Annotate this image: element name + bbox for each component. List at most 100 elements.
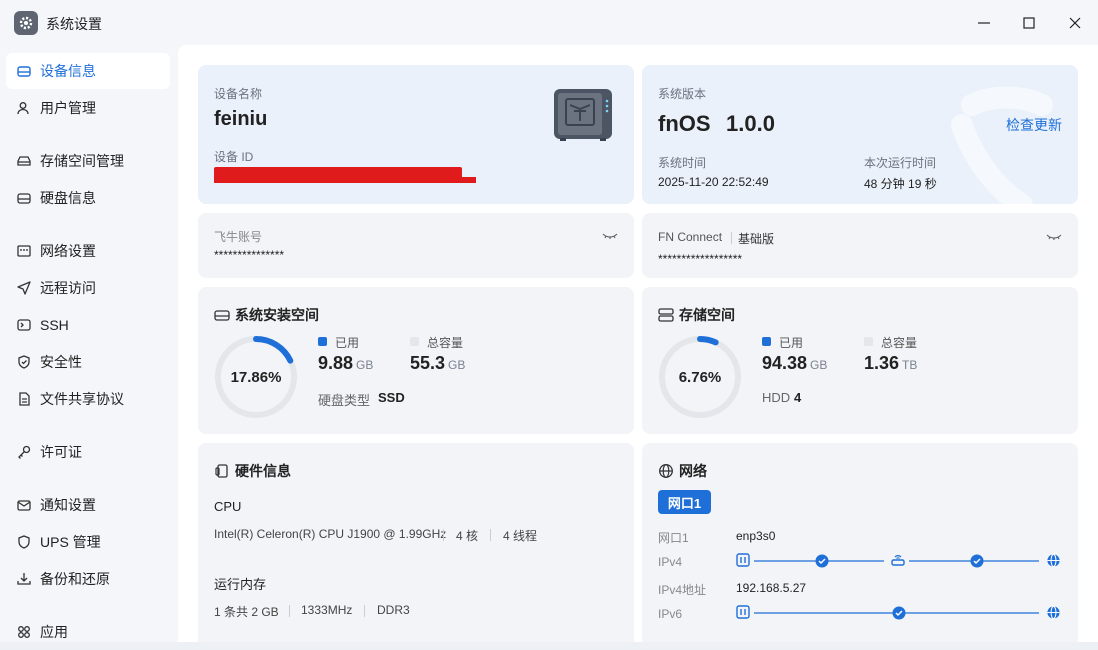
storage-card: 存储空间 6.76% 已用 94.38 GB 总容量 1.36 TB HDD 4: [642, 287, 1078, 434]
system-space-percent: 17.86%: [230, 368, 282, 386]
sidebar-item-label: SSH: [40, 317, 69, 333]
memory-count: 1 条共 2 GB: [214, 605, 279, 619]
mail-icon: [15, 496, 33, 514]
cpu-label: CPU: [214, 499, 242, 514]
toggle-visibility-button[interactable]: [602, 229, 618, 247]
brand-watermark-icon: [951, 86, 1053, 204]
sidebar-item-label: 安全性: [40, 354, 82, 370]
total-unit: GB: [448, 358, 466, 372]
check-icon: [892, 606, 906, 625]
used-unit: GB: [356, 358, 374, 372]
sidebar-item-device-info[interactable]: 设备信息: [6, 53, 170, 89]
network-icon: [15, 242, 33, 260]
eye-closed-icon: [1046, 234, 1062, 240]
sidebar-item-remote-access[interactable]: 远程访问: [6, 270, 170, 306]
send-icon: [15, 279, 33, 297]
uptime-label: 本次运行时间: [864, 156, 937, 170]
sidebar-item-ssh[interactable]: SSH: [6, 307, 170, 343]
divider: [490, 529, 491, 541]
total-value: 1.36: [864, 353, 900, 373]
internet-globe-icon: [1046, 605, 1061, 625]
title-bar: 系统设置: [0, 0, 1098, 45]
sidebar-item-ups[interactable]: UPS 管理: [6, 524, 170, 560]
fn-connect-card: FN Connect 基础版 ******************: [642, 213, 1078, 278]
settings-gear-icon: [14, 11, 38, 35]
sidebar-item-apps[interactable]: 应用: [6, 614, 170, 650]
used-value: 9.88: [318, 353, 354, 373]
account-masked: ***************: [214, 248, 285, 262]
cpu-threads: 4 线程: [503, 529, 538, 543]
toggle-visibility-button[interactable]: [1046, 230, 1062, 248]
divider: [731, 232, 732, 244]
used-value-block: 9.88 GB: [318, 353, 373, 374]
system-version-card: 系统版本 fnOS 1.0.0 检查更新 系统时间 2025-11-20 22:…: [642, 65, 1078, 204]
sidebar-item-label: 应用: [40, 624, 68, 640]
hdd-count: 4: [794, 390, 802, 405]
sidebar-item-label: 文件共享协议: [40, 391, 124, 407]
sidebar-item-security[interactable]: 安全性: [6, 344, 170, 380]
disk-type: SSD: [378, 390, 405, 405]
cpu-model: Intel(R) Celeron(R) CPU J1900 @ 1.99GHz: [214, 527, 447, 541]
user-icon: [15, 99, 33, 117]
divider: [443, 529, 444, 541]
disk-type-label: 硬盘类型: [318, 393, 371, 408]
used-value-block: 94.38 GB: [762, 353, 827, 374]
sidebar-item-disk-info[interactable]: 硬盘信息: [6, 180, 170, 216]
ipv4-address-label: IPv4地址: [658, 583, 707, 597]
uptime: 48 分钟 19 秒: [864, 177, 937, 191]
sidebar-item-license[interactable]: 许可证: [6, 434, 170, 470]
disk-icon: [214, 307, 230, 323]
fn-connect-label: FN Connect: [658, 230, 723, 244]
account-label: 飞牛账号: [214, 230, 263, 244]
hardware-card: 硬件信息 CPU Intel(R) Celeron(R) CPU J1900 @…: [198, 443, 634, 642]
memory-label: 运行内存: [214, 577, 267, 592]
os-version: 1.0.0: [726, 111, 775, 136]
system-time-label: 系统时间: [658, 156, 707, 170]
sidebar: 设备信息 用户管理 存储空间管理 硬盘信息 网络设置 远程访问 SSH 安全性: [0, 45, 178, 642]
network-header: 网络: [658, 461, 707, 481]
memory-type: DDR3: [377, 603, 410, 617]
hdd-label: HDD: [762, 390, 791, 405]
used-value: 94.38: [762, 353, 808, 373]
used-legend-swatch: [762, 337, 771, 346]
used-unit: GB: [810, 358, 828, 372]
system-space-card: 系统安装空间 17.86% 已用 9.88 GB 总容量 55.3 GB 硬盘类型 …: [198, 287, 634, 434]
eye-closed-icon: [602, 233, 618, 239]
maximize-button[interactable]: [1016, 10, 1042, 36]
ipv6-label: IPv6: [658, 607, 683, 621]
system-time: 2025-11-20 22:52:49: [658, 175, 769, 189]
divider: [289, 605, 290, 617]
os-name: fnOS: [658, 111, 711, 136]
close-button[interactable]: [1062, 10, 1088, 36]
maximize-icon: [1023, 17, 1035, 29]
storage-title: 存储空间: [679, 307, 735, 323]
fn-connect-masked: ******************: [658, 252, 743, 266]
minimize-button[interactable]: [971, 10, 997, 36]
ethernet-port-icon: [736, 553, 750, 572]
check-icon: [970, 554, 984, 573]
sidebar-item-label: 硬盘信息: [40, 190, 96, 206]
nas-device-icon: [552, 87, 616, 148]
account-card: 飞牛账号 ***************: [198, 213, 634, 278]
sidebar-item-label: 用户管理: [40, 100, 96, 116]
ipv4-address: 192.168.5.27: [736, 581, 807, 595]
sidebar-item-notifications[interactable]: 通知设置: [6, 487, 170, 523]
sidebar-item-network[interactable]: 网络设置: [6, 233, 170, 269]
total-legend-swatch: [864, 337, 873, 346]
network-title: 网络: [679, 463, 707, 479]
sidebar-item-backup[interactable]: 备份和还原: [6, 561, 170, 597]
redaction-mark: [214, 177, 476, 183]
port-label: 网口1: [658, 531, 689, 545]
ups-shield-icon: [15, 533, 33, 551]
port-value: enp3s0: [736, 529, 776, 543]
close-icon: [1069, 17, 1081, 29]
sidebar-item-users[interactable]: 用户管理: [6, 90, 170, 126]
ipv4-label: IPv4: [658, 555, 683, 569]
system-space-header: 系统安装空间: [214, 305, 319, 325]
sidebar-item-storage-management[interactable]: 存储空间管理: [6, 143, 170, 179]
tab-port-1[interactable]: 网口1: [658, 490, 711, 514]
check-update-link[interactable]: 检查更新: [1006, 115, 1062, 135]
used-label: 已用: [779, 336, 804, 350]
sidebar-item-file-sharing[interactable]: 文件共享协议: [6, 381, 170, 417]
disk-icon: [15, 189, 33, 207]
